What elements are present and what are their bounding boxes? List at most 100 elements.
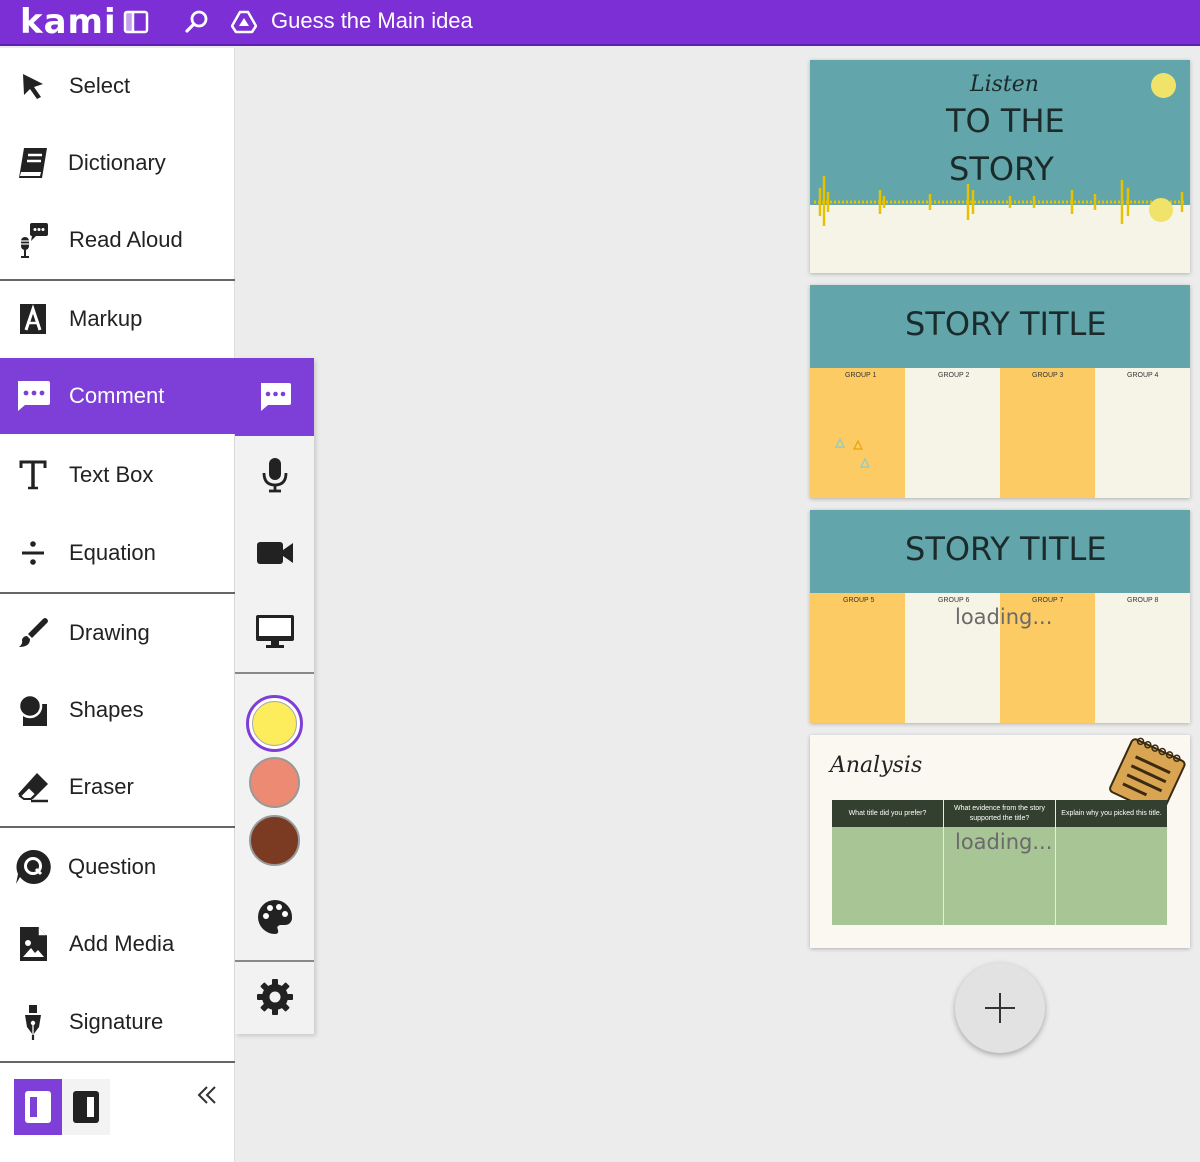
- yellow-swatch: [252, 701, 297, 746]
- group-column: [1000, 368, 1095, 498]
- slide-title: Analysis: [830, 753, 923, 778]
- custom-color-button[interactable]: [235, 878, 314, 956]
- group-label: GROUP 7: [1032, 597, 1064, 604]
- question-icon: [14, 848, 52, 886]
- view-left-toolbar-toggle[interactable]: [14, 1079, 62, 1135]
- tool-eraser[interactable]: Eraser: [0, 749, 235, 825]
- tool-label: Signature: [69, 1009, 164, 1034]
- panel-right-icon: [73, 1091, 99, 1123]
- group-column: [1095, 593, 1190, 723]
- comment-settings-button[interactable]: [235, 958, 314, 1036]
- tool-comment[interactable]: Comment: [0, 358, 235, 434]
- tool-markup[interactable]: Markup: [0, 281, 235, 357]
- tool-text-box[interactable]: Text Box: [0, 437, 235, 513]
- tool-question[interactable]: Question: [0, 829, 235, 905]
- group-label: GROUP 5: [843, 597, 875, 604]
- submenu-divider: [235, 672, 314, 674]
- page-thumbnail-4[interactable]: Analysis What title did you prefer? What…: [810, 735, 1190, 948]
- comment-submenu: [235, 358, 314, 1034]
- google-drive-icon[interactable]: [230, 9, 258, 35]
- tool-equation[interactable]: Equation: [0, 515, 235, 591]
- table-header-cell: What evidence from the story supported t…: [953, 804, 1046, 822]
- soundwave-graphic: [814, 176, 1186, 226]
- table-header-cell: Explain why you picked this title.: [1061, 809, 1162, 817]
- plus-icon: [985, 993, 1015, 1023]
- group-column: [810, 593, 905, 723]
- screen-icon: [255, 615, 294, 648]
- view-right-toolbar-toggle[interactable]: [62, 1079, 110, 1135]
- tool-label: Select: [69, 73, 131, 98]
- tool-drawing[interactable]: Drawing: [0, 595, 235, 671]
- page-thumbnail-1[interactable]: Listen TO THE STORY: [810, 60, 1190, 273]
- group-label: GROUP 3: [1032, 372, 1064, 379]
- video-comment-button[interactable]: [235, 514, 314, 592]
- voice-comment-button[interactable]: [235, 436, 314, 514]
- triangle-decorations: [835, 437, 870, 468]
- divider: [0, 1061, 235, 1063]
- tool-shapes[interactable]: Shapes: [0, 672, 235, 748]
- tool-read-aloud[interactable]: Read Aloud: [0, 202, 235, 278]
- divider: [0, 826, 235, 828]
- collapse-sidebar-icon[interactable]: [196, 1080, 218, 1114]
- tool-label: Equation: [69, 540, 156, 565]
- text-icon: [14, 456, 52, 494]
- shapes-icon: [14, 691, 52, 729]
- tool-label: Shapes: [69, 697, 144, 722]
- slide-title-line1: TO THE: [946, 102, 1065, 140]
- text-comment-icon: [260, 383, 291, 411]
- tool-label: Eraser: [69, 774, 134, 799]
- eraser-icon: [14, 768, 52, 806]
- group-label: GROUP 8: [1127, 597, 1159, 604]
- group-label: GROUP 1: [845, 372, 877, 379]
- color-swatch-selected[interactable]: [246, 695, 303, 752]
- search-icon[interactable]: [184, 9, 210, 35]
- slide-script-text: Listen: [970, 72, 1039, 97]
- page-thumbnail-2[interactable]: STORY TITLE GROUP 1 GROUP 2 GROUP 3 GROU…: [810, 285, 1190, 498]
- yellow-dot: [1151, 73, 1176, 98]
- salmon-swatch[interactable]: [249, 757, 300, 808]
- video-icon: [256, 542, 293, 564]
- slide-title: STORY TITLE: [905, 305, 1107, 343]
- tool-select[interactable]: Select: [0, 48, 235, 124]
- slide-title: STORY TITLE: [905, 530, 1107, 568]
- cursor-icon: [14, 67, 52, 105]
- read-aloud-icon: [14, 221, 52, 259]
- tool-label: Markup: [69, 306, 143, 331]
- palette-icon: [257, 900, 292, 934]
- comment-icon: [14, 377, 52, 415]
- top-bar: kami Guess the Main idea: [0, 0, 1200, 46]
- add-page-button[interactable]: [955, 963, 1045, 1053]
- microphone-icon: [262, 458, 287, 493]
- tool-dictionary[interactable]: Dictionary: [0, 125, 235, 201]
- tool-add-media[interactable]: Add Media: [0, 906, 235, 982]
- table-header-cell: What title did you prefer?: [848, 810, 927, 817]
- tool-label: Question: [68, 854, 157, 879]
- brown-swatch[interactable]: [249, 815, 300, 866]
- markup-icon: [14, 300, 52, 338]
- divide-icon: [14, 534, 52, 572]
- page-thumbnail-3[interactable]: STORY TITLE GROUP 5 GROUP 6 GROUP 7 GROU…: [810, 510, 1190, 723]
- kami-logo[interactable]: kami: [20, 2, 117, 42]
- group-label: GROUP 4: [1127, 372, 1159, 379]
- document-title[interactable]: Guess the Main idea: [271, 8, 473, 34]
- tool-label: Add Media: [69, 931, 175, 956]
- gear-icon: [256, 979, 293, 1015]
- group-column: [810, 368, 905, 498]
- panel-left-icon: [25, 1091, 51, 1123]
- tool-label: Drawing: [69, 620, 150, 645]
- tool-signature[interactable]: Signature: [0, 984, 235, 1060]
- screen-recording-button[interactable]: [235, 592, 314, 670]
- loading-text: loading...: [955, 830, 1053, 854]
- divider: [0, 592, 235, 594]
- tool-label: Read Aloud: [69, 227, 183, 252]
- group-label: GROUP 6: [938, 597, 970, 604]
- tool-label: Dictionary: [68, 150, 166, 175]
- group-label: GROUP 2: [938, 372, 970, 379]
- book-icon: [14, 144, 52, 182]
- tool-label: Comment: [69, 383, 165, 408]
- group-column: [1095, 368, 1190, 498]
- sidebar-toggle-icon[interactable]: [123, 9, 149, 35]
- add-media-icon: [14, 925, 52, 963]
- text-comment-button[interactable]: [235, 358, 314, 436]
- tool-label: Text Box: [69, 462, 154, 487]
